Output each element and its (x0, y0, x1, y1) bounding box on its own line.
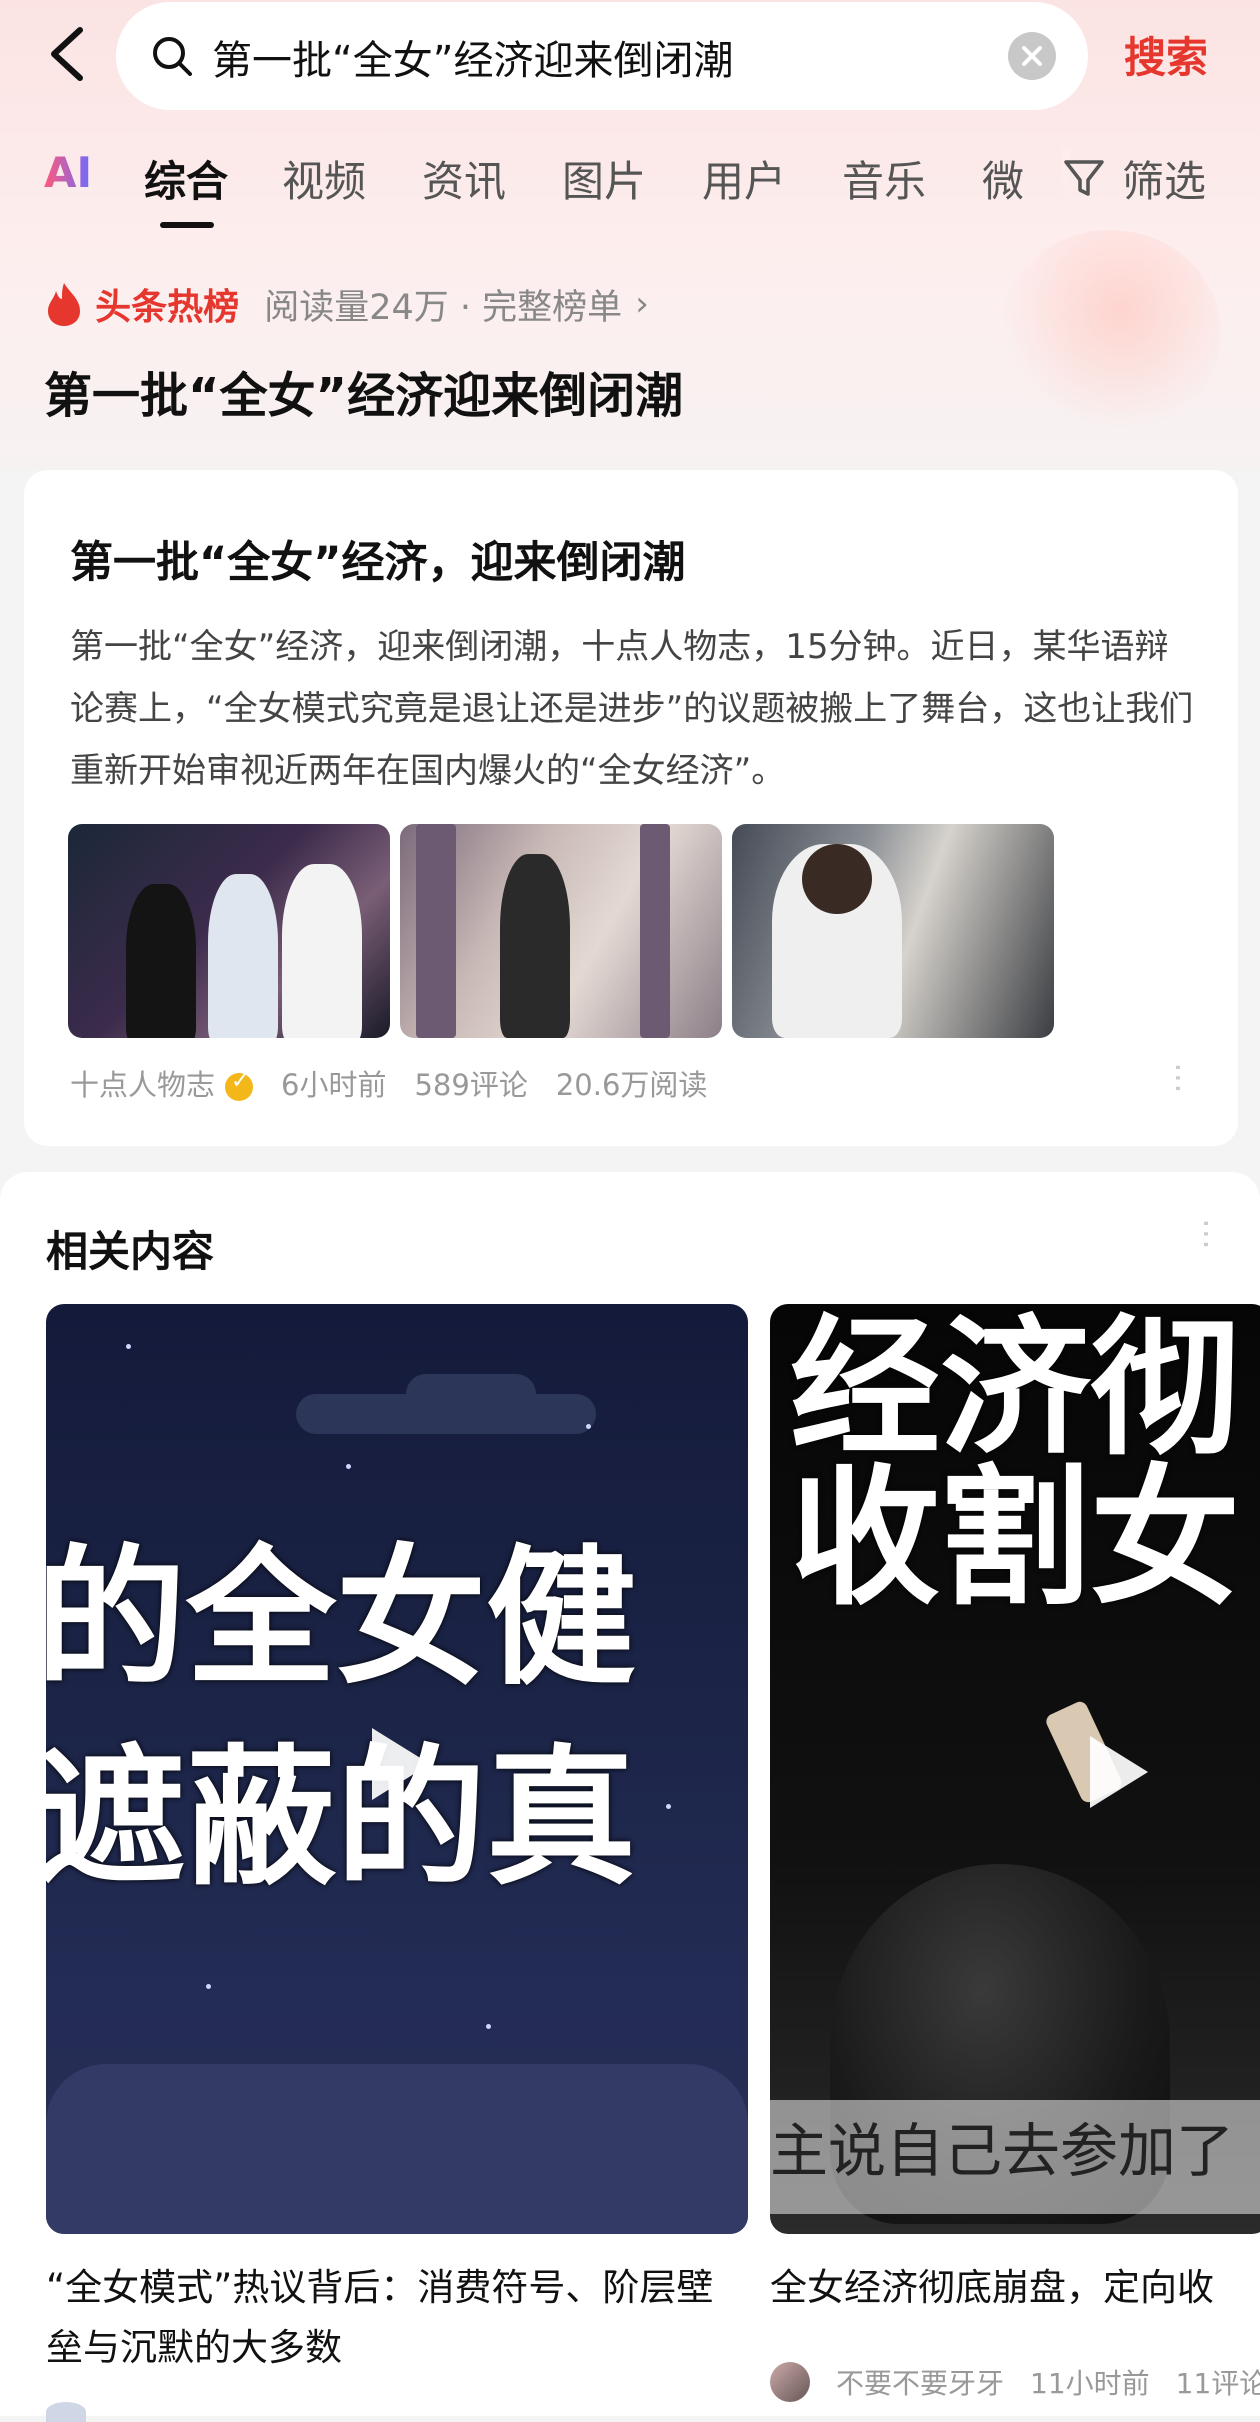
clear-search-button[interactable] (1008, 32, 1056, 80)
hot-topic-title[interactable]: 第一批“全女”经济迎来倒闭潮 (44, 356, 683, 426)
article-comments: 589评论 (414, 1068, 528, 1102)
video-1-overlay-line1: 的全女健 (46, 1532, 637, 1706)
tab-news[interactable]: 资讯 (422, 148, 506, 209)
related-more-icon[interactable]: ⋯ (1188, 1218, 1226, 1250)
video-2-time: 11小时前 (1030, 2367, 1150, 2400)
back-arrow-icon (51, 27, 83, 81)
tab-weitoutiao[interactable]: 微 (982, 148, 1024, 209)
tab-users[interactable]: 用户 (702, 148, 786, 209)
play-icon (1090, 1736, 1148, 1808)
tab-ai[interactable]: AI (44, 148, 92, 197)
video-2-title[interactable]: 全女经济彻底崩盘，定向收 (770, 2258, 1260, 2318)
article-images (68, 824, 1088, 1038)
video-2-comments: 11评论 (1175, 2367, 1260, 2400)
video-2-overlay-line1: 经济彻 (790, 1304, 1241, 1476)
video-2-caption: 主说自己去参加了 (770, 2117, 1235, 2185)
tab-music[interactable]: 音乐 (842, 148, 926, 209)
more-options-icon[interactable]: ⋯ (1160, 1062, 1198, 1090)
article-image-3[interactable] (732, 824, 1054, 1038)
video-1-title[interactable]: “全女模式”热议背后：消费符号、阶层壁垒与沉默的大多数 (46, 2258, 746, 2378)
article-image-2[interactable] (400, 824, 722, 1038)
back-button[interactable] (40, 22, 100, 86)
hot-list-badge: 头条热榜 (95, 287, 240, 328)
video-1-overlay-line2: 遮蔽的真 (46, 1732, 637, 1906)
article-meta: 十点人物志 6小时前 589评论 20.6万阅读 (70, 1062, 735, 1104)
verified-badge-icon (225, 1069, 254, 1101)
chevron-right-icon: › (635, 284, 649, 324)
active-tab-indicator (160, 222, 214, 228)
related-title: 相关内容 (46, 1227, 215, 1276)
play-icon (372, 1728, 430, 1800)
search-bar[interactable]: 第一批“全女”经济迎来倒闭潮 (116, 2, 1088, 110)
article-summary: 第一批“全女”经济，迎来倒闭潮，十点人物志，15分钟。近日，某华语辩论赛上，“全… (70, 627, 1194, 791)
filter-button[interactable]: 筛选 (1060, 148, 1206, 208)
search-button[interactable]: 搜索 (1124, 24, 1208, 85)
search-input[interactable]: 第一批“全女”经济迎来倒闭潮 (212, 28, 733, 86)
article-image-1[interactable] (68, 824, 390, 1038)
filter-icon (1064, 160, 1104, 196)
hot-list-row[interactable]: 头条热榜 阅读量24万 · 完整榜单 › (44, 278, 649, 330)
tab-video[interactable]: 视频 (282, 148, 366, 209)
video-2-author[interactable]: 不要不要牙牙 (836, 2367, 1004, 2400)
related-content-section: 相关内容 ⋯ 的全女健 遮蔽的真 经济彻 收割女 主说自己去参加了 “全女模式”… (0, 1172, 1260, 2422)
filter-label: 筛选 (1122, 157, 1207, 206)
article-source[interactable]: 十点人物志 (70, 1068, 215, 1102)
video-card-2[interactable]: 经济彻 收割女 主说自己去参加了 (770, 1304, 1260, 2234)
article-card[interactable]: 第一批“全女”经济，迎来倒闭潮 第一批“全女”经济，迎来倒闭潮，十点人物志，15… (24, 470, 1238, 1146)
video-2-overlay-line2: 收割女 (790, 1452, 1241, 1626)
hot-list-decoration (1000, 230, 1220, 430)
article-reads: 20.6万阅读 (555, 1068, 708, 1102)
close-icon (1022, 46, 1042, 66)
tab-images[interactable]: 图片 (562, 148, 646, 209)
article-time: 6小时前 (281, 1068, 387, 1102)
hot-list-meta: 阅读量24万 · 完整榜单 (264, 287, 623, 328)
tab-comprehensive[interactable]: 综合 (144, 148, 228, 209)
next-item-avatar-peek (46, 2402, 86, 2422)
search-icon (153, 37, 192, 76)
flame-icon (48, 283, 80, 326)
avatar[interactable] (770, 2362, 810, 2402)
article-title[interactable]: 第一批“全女”经济，迎来倒闭潮 (70, 528, 686, 590)
video-card-1[interactable]: 的全女健 遮蔽的真 (46, 1304, 748, 2234)
video-2-meta: 不要不要牙牙 11小时前 11评论 (770, 2362, 1260, 2402)
